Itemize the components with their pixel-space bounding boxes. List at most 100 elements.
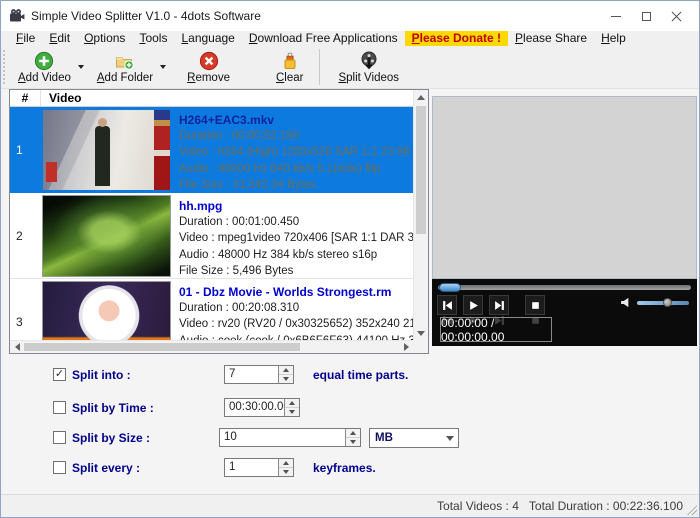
step-back-icon <box>442 300 453 311</box>
row-number: 1 <box>10 107 41 193</box>
triangle-up-icon <box>283 461 289 465</box>
video-duration: Duration : 00:01:00.450 <box>179 214 413 230</box>
menu-please-share[interactable]: Please Share <box>508 31 594 46</box>
menu-options[interactable]: Options <box>77 31 132 46</box>
size-unit-dropdown[interactable]: MB <box>369 428 459 448</box>
resize-grip[interactable] <box>687 505 697 515</box>
toolbar-grip[interactable] <box>3 50 5 84</box>
scroll-left-button[interactable] <box>10 341 24 353</box>
vertical-scroll-thumb[interactable] <box>416 106 426 234</box>
title-bar: Simple Video Splitter V1.0 - 4dots Softw… <box>1 1 699 31</box>
horizontal-scroll-thumb[interactable] <box>24 343 300 351</box>
row-number: 3 <box>10 279 41 340</box>
video-audio: Audio : 48000 Hz 640 kb/s 5.1(side) fltp <box>179 161 413 177</box>
video-filename: 01 - Dbz Movie - Worlds Strongest.rm <box>179 284 413 300</box>
triangle-down-icon <box>417 331 425 336</box>
menu-language[interactable]: Language <box>174 31 241 46</box>
video-filesize: File Size : 5,496 Bytes <box>179 263 413 278</box>
split-by-size-checkbox[interactable] <box>53 431 66 444</box>
add-video-label: Add Video <box>18 72 71 84</box>
video-row-1[interactable]: 1 H264+EAC3.mkv Duration : 00:00:52.180 … <box>10 107 413 193</box>
scrollbar-corner <box>413 340 428 353</box>
split-every-spinner[interactable]: 1 <box>224 458 294 477</box>
video-filesize: File Size : 31,542.24 Bytes <box>179 177 413 193</box>
video-row-3[interactable]: 3 01 - Dbz Movie - Worlds Strongest.rm D… <box>10 279 413 340</box>
clear-button[interactable]: Clear <box>271 49 309 86</box>
menu-file[interactable]: File <box>9 31 42 46</box>
video-row-2[interactable]: 2 hh.mpg Duration : 00:01:00.450 Video :… <box>10 193 413 279</box>
thumbnail-figure <box>95 126 110 186</box>
triangle-up-icon <box>283 368 289 372</box>
spinner-down-button[interactable] <box>285 408 299 416</box>
menu-help[interactable]: Help <box>594 31 633 46</box>
status-total-videos: Total Videos : 4 <box>437 499 519 513</box>
volume-knob[interactable] <box>663 298 672 307</box>
spinner-up-button[interactable] <box>279 366 293 375</box>
volume-slider[interactable] <box>637 301 689 305</box>
spinner-up-button[interactable] <box>346 429 360 438</box>
menu-please-donate[interactable]: Please Donate ! <box>405 31 508 46</box>
add-folder-dropdown[interactable] <box>158 50 168 84</box>
maximize-button[interactable] <box>631 4 661 28</box>
add-video-button[interactable]: Add Video <box>13 49 76 86</box>
split-into-spinner[interactable]: 7 <box>224 365 294 384</box>
seek-bar[interactable] <box>438 285 691 290</box>
player-buttons <box>437 295 545 315</box>
spinner-up-button[interactable] <box>279 459 293 468</box>
split-videos-button[interactable]: Split Videos <box>333 49 404 86</box>
speaker-icon <box>620 297 631 308</box>
spinner-down-button[interactable] <box>346 438 360 446</box>
remove-button[interactable]: Remove <box>182 49 235 86</box>
spinner-down-button[interactable] <box>279 375 293 383</box>
play-icon <box>468 300 479 311</box>
triangle-right-icon <box>404 343 409 351</box>
video-info: H264+EAC3.mkv Duration : 00:00:52.180 Vi… <box>170 107 413 193</box>
video-audio: Audio : cook (cook / 0x6B6F6F63) 44100 H… <box>179 333 413 340</box>
triangle-down-icon <box>289 410 295 414</box>
split-by-time-spinner[interactable]: 00:30:00.000 <box>224 398 300 417</box>
menu-download-free-applications[interactable]: Download Free Applications <box>242 31 405 46</box>
horizontal-scrollbar <box>10 340 413 353</box>
add-folder-icon <box>115 51 135 71</box>
split-every-checkbox[interactable] <box>53 461 66 474</box>
video-preview-area <box>432 96 697 279</box>
split-by-size-value[interactable]: 10 <box>220 429 345 446</box>
menu-tools[interactable]: Tools <box>132 31 174 46</box>
split-every-row: Split every : 1 keyframes. <box>1 458 699 478</box>
split-by-size-spinner[interactable]: 10 <box>219 428 361 447</box>
chevron-down-icon <box>446 436 454 441</box>
add-folder-button[interactable]: Add Folder <box>92 49 158 86</box>
split-every-value[interactable]: 1 <box>225 459 278 476</box>
menu-edit[interactable]: Edit <box>42 31 77 46</box>
step-back-button[interactable] <box>437 295 457 315</box>
split-by-time-value[interactable]: 00:30:00.000 <box>225 399 284 416</box>
step-forward-button[interactable] <box>489 295 509 315</box>
list-header: # Video <box>10 90 428 107</box>
video-filename: H264+EAC3.mkv <box>179 112 413 128</box>
split-by-time-row: Split by Time : 00:30:00.000 <box>1 398 699 418</box>
split-into-label: Split into : <box>72 365 131 385</box>
chevron-down-icon <box>78 65 84 69</box>
add-video-dropdown[interactable] <box>76 50 86 84</box>
app-icon <box>9 8 25 24</box>
triangle-up-icon <box>350 431 356 435</box>
scroll-down-button[interactable] <box>414 326 428 340</box>
close-button[interactable] <box>661 4 691 28</box>
play-button[interactable] <box>463 295 483 315</box>
split-by-time-checkbox[interactable] <box>53 401 66 414</box>
clear-label: Clear <box>276 72 304 84</box>
scroll-right-button[interactable] <box>399 341 413 353</box>
minimize-icon <box>611 16 621 17</box>
stop-button[interactable] <box>525 295 545 315</box>
split-into-checkbox[interactable]: ✓ <box>53 368 66 381</box>
split-videos-label: Split Videos <box>338 72 399 84</box>
triangle-up-icon <box>289 401 295 405</box>
scroll-up-button[interactable] <box>414 90 428 104</box>
split-by-time-label: Split by Time : <box>72 398 154 418</box>
seek-handle[interactable] <box>439 283 461 292</box>
minimize-button[interactable] <box>601 4 631 28</box>
row-number: 2 <box>10 193 41 278</box>
split-into-value[interactable]: 7 <box>225 366 278 383</box>
spinner-up-button[interactable] <box>285 399 299 408</box>
spinner-down-button[interactable] <box>279 468 293 476</box>
